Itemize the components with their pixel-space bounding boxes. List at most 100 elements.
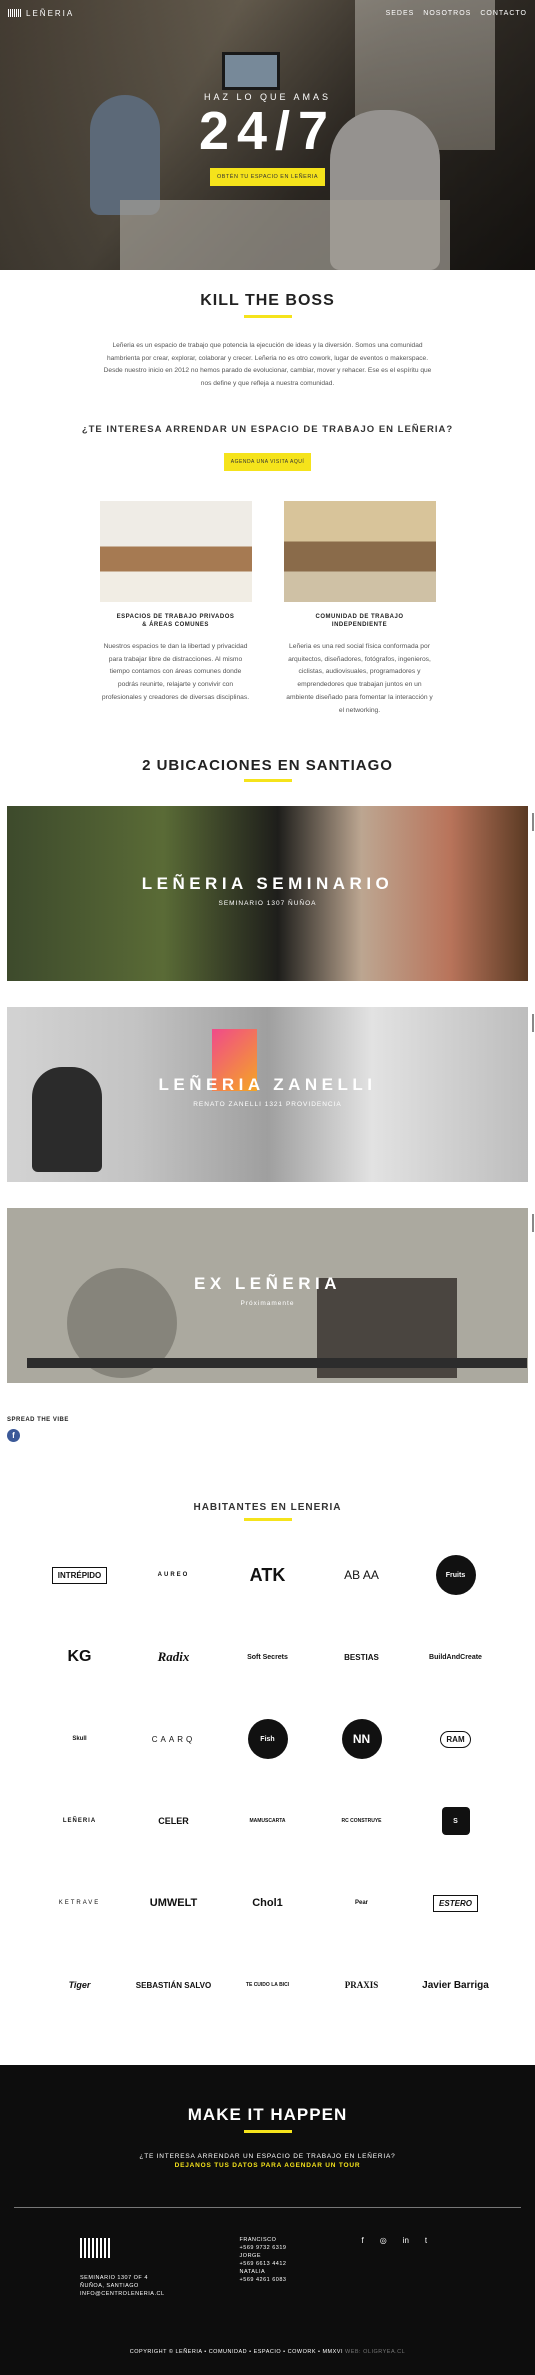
- scroll-indicator: [532, 1214, 534, 1232]
- nav-link-sedes[interactable]: SEDES: [386, 10, 415, 17]
- contact-name: FRANCISCO: [239, 2237, 277, 2244]
- address-line: SEMINARIO 1307 OF 4: [80, 2275, 148, 2282]
- nav-link-contacto[interactable]: CONTACTO: [480, 10, 527, 17]
- member-logo[interactable]: Fish: [221, 1715, 315, 1763]
- contact-name: NATALIA: [239, 2269, 266, 2276]
- feature-title: ESPACIOS DE TRABAJO PRIVADOS & ÁREAS COM…: [100, 613, 252, 629]
- copyright-text: COPYRIGHT © LEÑERIA • COMUNIDAD • ESPACI…: [129, 2349, 343, 2356]
- footer: MAKE IT HAPPEN ¿TE INTERESA ARRENDAR UN …: [0, 2065, 535, 2375]
- hero-section: LEÑERIA SEDES NOSOTROS CONTACTO HAZ LO Q…: [0, 0, 535, 270]
- private-office-photo: [99, 501, 252, 602]
- address-line: ÑUÑOA, SANTIAGO: [80, 2283, 139, 2290]
- community-photo: [283, 501, 436, 602]
- intro-title: KILL THE BOSS: [200, 292, 335, 309]
- title-underline: [243, 1518, 292, 1522]
- member-logo[interactable]: Radix: [127, 1633, 221, 1681]
- member-logo[interactable]: UMWELT: [127, 1879, 221, 1927]
- member-logo[interactable]: Fruits: [409, 1551, 503, 1599]
- member-logo[interactable]: AUREO: [127, 1551, 221, 1599]
- member-logo[interactable]: KETRAVE: [33, 1879, 127, 1927]
- member-logo[interactable]: Javier Barriga: [409, 1961, 503, 2009]
- member-logo[interactable]: LEÑERIA: [33, 1797, 127, 1845]
- member-logo[interactable]: KG: [33, 1633, 127, 1681]
- member-logo[interactable]: PRAXIS: [315, 1961, 409, 2009]
- member-logo[interactable]: MAMUSCARTA: [221, 1797, 315, 1845]
- footer-tour-link[interactable]: DEJANOS TUS DATOS PARA AGENDAR UN TOUR: [0, 2162, 535, 2169]
- feature-private-spaces: ESPACIOS DE TRABAJO PRIVADOS & ÁREAS COM…: [99, 501, 252, 717]
- ground-line: [27, 1358, 527, 1369]
- title-underline: [243, 779, 292, 783]
- footer-barcode-logo-icon: [80, 2238, 110, 2259]
- member-logo[interactable]: SEBASTIÁN SALVO: [127, 1961, 221, 2009]
- spread-label: SPREAD THE VIBE: [7, 1417, 69, 1424]
- member-logo[interactable]: Soft Secrets: [221, 1633, 315, 1681]
- footer-address: SEMINARIO 1307 OF 4 ÑUÑOA, SANTIAGO INFO…: [80, 2274, 165, 2298]
- location-name: LEÑERIA SEMINARIO: [141, 874, 394, 894]
- location-card-text: LEÑERIA SEMINARIO SEMINARIO 1307 ÑUÑOA: [7, 874, 528, 907]
- member-logo[interactable]: CELER: [127, 1797, 221, 1845]
- footer-contacts-col: FRANCISCO +569 9732 6319 JORGE +569 6613…: [240, 2236, 287, 2298]
- footer-columns: SEMINARIO 1307 OF 4 ÑUÑOA, SANTIAGO INFO…: [0, 2208, 535, 2298]
- location-card-zanelli[interactable]: LEÑERIA ZANELLI RENATO ZANELLI 1321 PROV…: [7, 1007, 528, 1183]
- scroll-indicator: [532, 1014, 534, 1032]
- intro-text: Leñeria es un espacio de trabajo que pot…: [103, 342, 432, 387]
- hero-cta-button[interactable]: OBTÉN TU ESPACIO EN LEÑERIA: [209, 168, 325, 186]
- instagram-icon[interactable]: ◎: [380, 2236, 387, 2298]
- hero-headline: 24/7: [198, 101, 337, 161]
- facebook-icon[interactable]: f: [361, 2236, 363, 2298]
- member-logo[interactable]: RC CONSTRUYE: [315, 1797, 409, 1845]
- member-logo[interactable]: Pear: [315, 1879, 409, 1927]
- hero-text: HAZ LO QUE AMAS 24/7 OBTÉN TU ESPACIO EN…: [0, 92, 535, 186]
- web-credit-link[interactable]: WEB: OLIGRYEA.CL: [345, 2349, 405, 2355]
- contact-phone[interactable]: +569 4261 6083: [240, 2276, 287, 2284]
- locations-title: 2 UBICACIONES EN SANTIAGO: [142, 757, 393, 775]
- member-logo[interactable]: ESTERO: [409, 1879, 503, 1927]
- top-nav: LEÑERIA SEDES NOSOTROS CONTACTO: [0, 0, 535, 26]
- member-logo[interactable]: RAM: [409, 1715, 503, 1763]
- member-logo[interactable]: BuildAndCreate: [409, 1633, 503, 1681]
- twitter-icon[interactable]: t: [425, 2236, 427, 2298]
- member-logo[interactable]: Tiger: [33, 1961, 127, 2009]
- member-logo[interactable]: INTRÉPIDO: [33, 1551, 127, 1599]
- feature-title-line: INDEPENDIENTE: [331, 622, 388, 628]
- facebook-share-icon[interactable]: f: [7, 1429, 20, 1443]
- email-link[interactable]: INFO@CENTROLENERIA.CL: [80, 2290, 165, 2298]
- location-card-ex[interactable]: EX LEÑERIA Próximamente: [7, 1208, 528, 1384]
- features-row: ESPACIOS DE TRABAJO PRIVADOS & ÁREAS COM…: [0, 501, 535, 717]
- footer-question: ¿TE INTERESA ARRENDAR UN ESPACIO DE TRAB…: [139, 2153, 396, 2161]
- brand-name: LEÑERIA: [26, 8, 75, 18]
- location-card-text: EX LEÑERIA Próximamente: [7, 1274, 528, 1307]
- copyright-bar: COPYRIGHT © LEÑERIA • COMUNIDAD • ESPACI…: [0, 2349, 535, 2355]
- member-logo[interactable]: AB AA: [315, 1551, 409, 1599]
- location-card-seminario[interactable]: LEÑERIA SEMINARIO SEMINARIO 1307 ÑUÑOA: [7, 806, 528, 982]
- member-logo[interactable]: S: [409, 1797, 503, 1845]
- contact-phone[interactable]: +569 6613 4412: [240, 2260, 287, 2268]
- feature-title-line: & ÁREAS COMUNES: [142, 622, 209, 628]
- member-logo[interactable]: Skull: [33, 1715, 127, 1763]
- location-name: LEÑERIA ZANELLI: [158, 1075, 377, 1095]
- feature-title-line: COMUNIDAD DE TRABAJO: [315, 614, 404, 620]
- scroll-indicator: [532, 813, 534, 831]
- location-name: EX LEÑERIA: [193, 1274, 342, 1294]
- member-logo[interactable]: BESTIAS: [315, 1633, 409, 1681]
- member-logo[interactable]: TE CUIDO LA BICI: [221, 1961, 315, 2009]
- locations-list: LEÑERIA SEMINARIO SEMINARIO 1307 ÑUÑOA L…: [0, 806, 535, 1384]
- brand-logo[interactable]: LEÑERIA: [8, 9, 74, 18]
- contact-phone[interactable]: +569 9732 6319: [240, 2244, 287, 2252]
- location-address: SEMINARIO 1307 ÑUÑOA: [218, 900, 317, 908]
- footer-address-col: SEMINARIO 1307 OF 4 ÑUÑOA, SANTIAGO INFO…: [80, 2236, 165, 2298]
- nav-link-nosotros[interactable]: NOSOTROS: [423, 10, 471, 17]
- member-logo[interactable]: Chol1: [221, 1879, 315, 1927]
- location-card-text: LEÑERIA ZANELLI RENATO ZANELLI 1321 PROV…: [7, 1075, 528, 1108]
- member-logo[interactable]: NN: [315, 1715, 409, 1763]
- nav-links: SEDES NOSOTROS CONTACTO: [386, 10, 527, 17]
- schedule-visit-button[interactable]: AGENDA UNA VISITA AQUÍ: [223, 453, 312, 471]
- member-logo[interactable]: ATK: [221, 1551, 315, 1599]
- title-underline: [243, 315, 292, 318]
- barcode-logo-icon: [8, 9, 22, 17]
- member-logo[interactable]: CAARQ: [127, 1715, 221, 1763]
- footer-social: f ◎ in t: [361, 2236, 427, 2298]
- location-address: Próximamente: [240, 1300, 295, 1308]
- feature-text: Leñeria es una red social física conform…: [286, 643, 433, 714]
- linkedin-icon[interactable]: in: [403, 2236, 409, 2298]
